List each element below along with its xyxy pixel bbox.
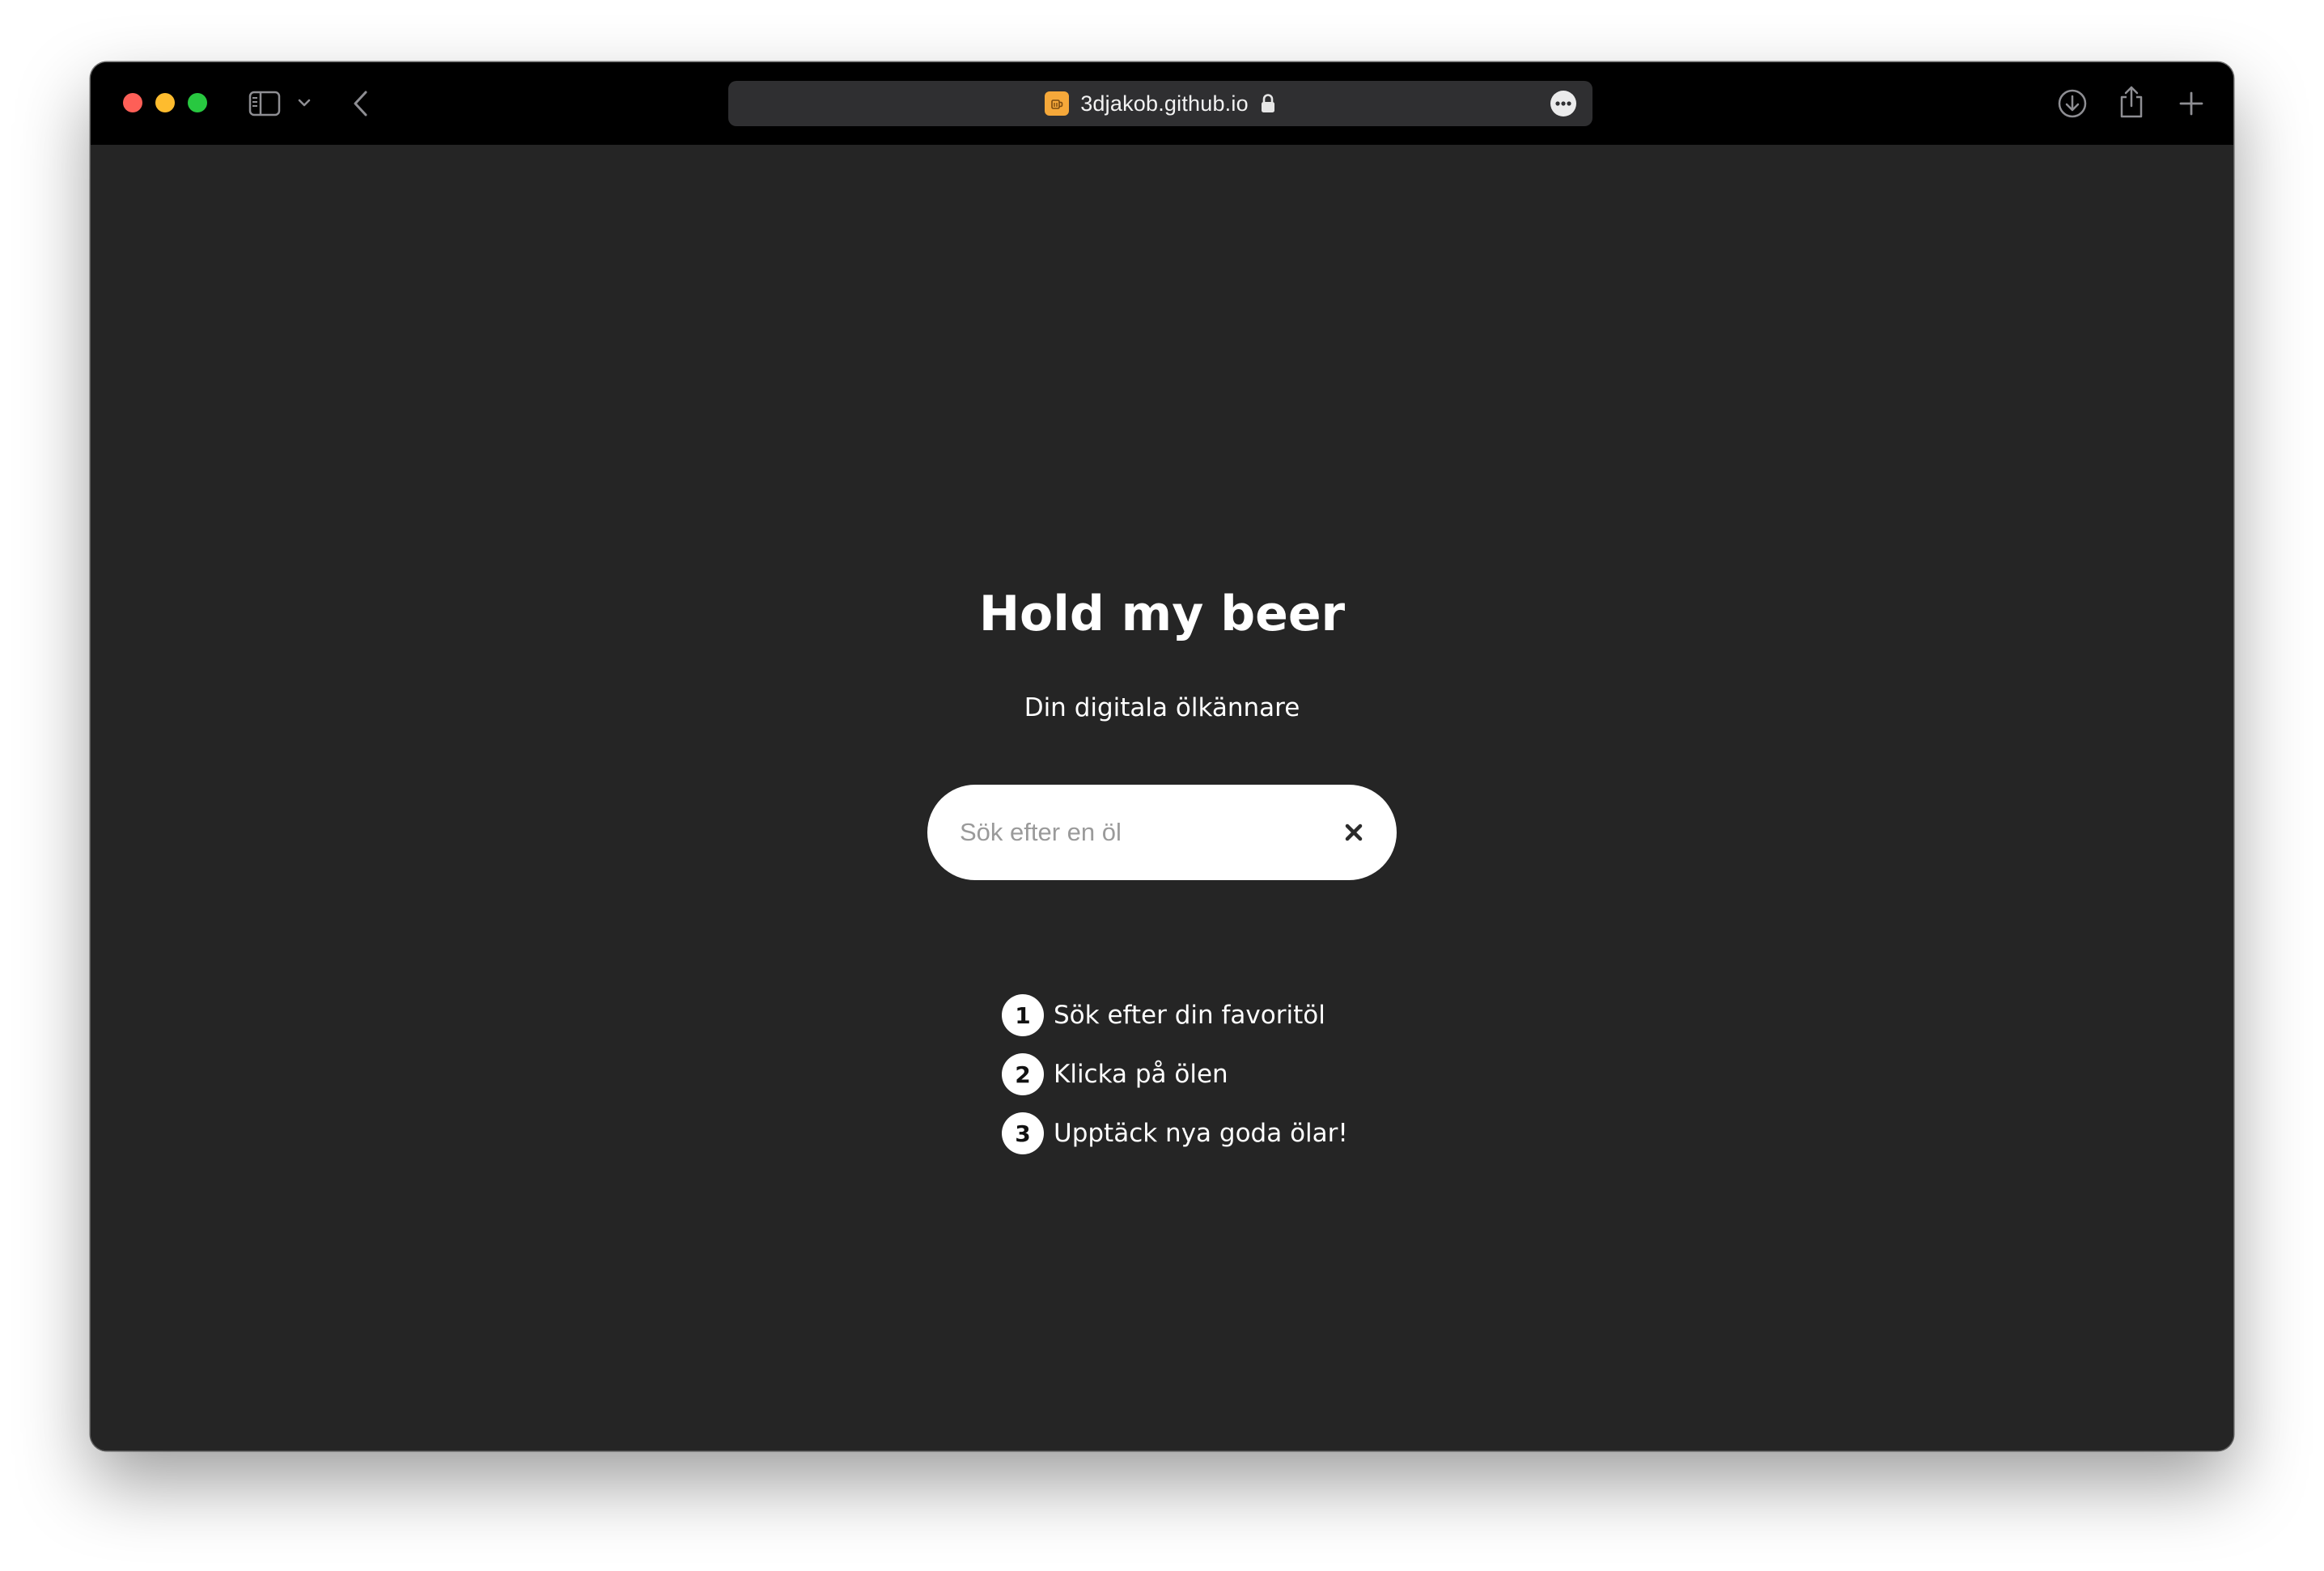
steps-list: 1 Sök efter din favoritöl 2 Klicka på öl… [1002,993,1348,1170]
sidebar-icon[interactable] [247,88,282,119]
step-number-badge: 1 [1002,994,1044,1036]
step-number-badge: 2 [1002,1053,1044,1095]
step-text: Sök efter din favoritöl [1054,1001,1325,1030]
close-icon [1345,824,1363,841]
step-item: 2 Klicka på ölen [1002,1052,1348,1097]
minimize-window-button[interactable] [155,93,175,112]
plus-icon[interactable] [2176,88,2207,119]
page-title: Hold my beer [978,586,1346,642]
page-content: Hold my beer Din digitala ölkännare 1 Sö… [91,145,2233,1450]
close-window-button[interactable] [123,93,142,112]
zoom-window-button[interactable] [188,93,207,112]
browser-titlebar: 3djakob.github.io [91,62,2233,145]
page-subtitle: Din digitala ölkännare [1024,693,1300,722]
browser-window: 3djakob.github.io Hold my beer Din digit… [91,62,2233,1450]
site-favicon-icon [1045,91,1070,116]
search-input[interactable] [960,809,1316,856]
more-icon[interactable] [1550,91,1576,116]
back-arrow-icon[interactable] [346,87,375,121]
step-item: 1 Sök efter din favoritöl [1002,993,1348,1038]
step-item: 3 Upptäck nya goda ölar! [1002,1111,1348,1156]
step-text: Klicka på ölen [1054,1060,1228,1089]
address-bar[interactable]: 3djakob.github.io [728,81,1592,126]
share-icon[interactable] [2117,83,2146,121]
step-number-badge: 3 [1002,1112,1044,1154]
step-text: Upptäck nya goda ölar! [1054,1119,1348,1148]
url-text: 3djakob.github.io [1080,91,1249,116]
search-box [927,785,1397,880]
download-icon[interactable] [2055,87,2089,121]
chevron-down-icon[interactable] [295,93,314,112]
lock-icon [1260,92,1276,115]
clear-search-button[interactable] [1340,819,1368,846]
